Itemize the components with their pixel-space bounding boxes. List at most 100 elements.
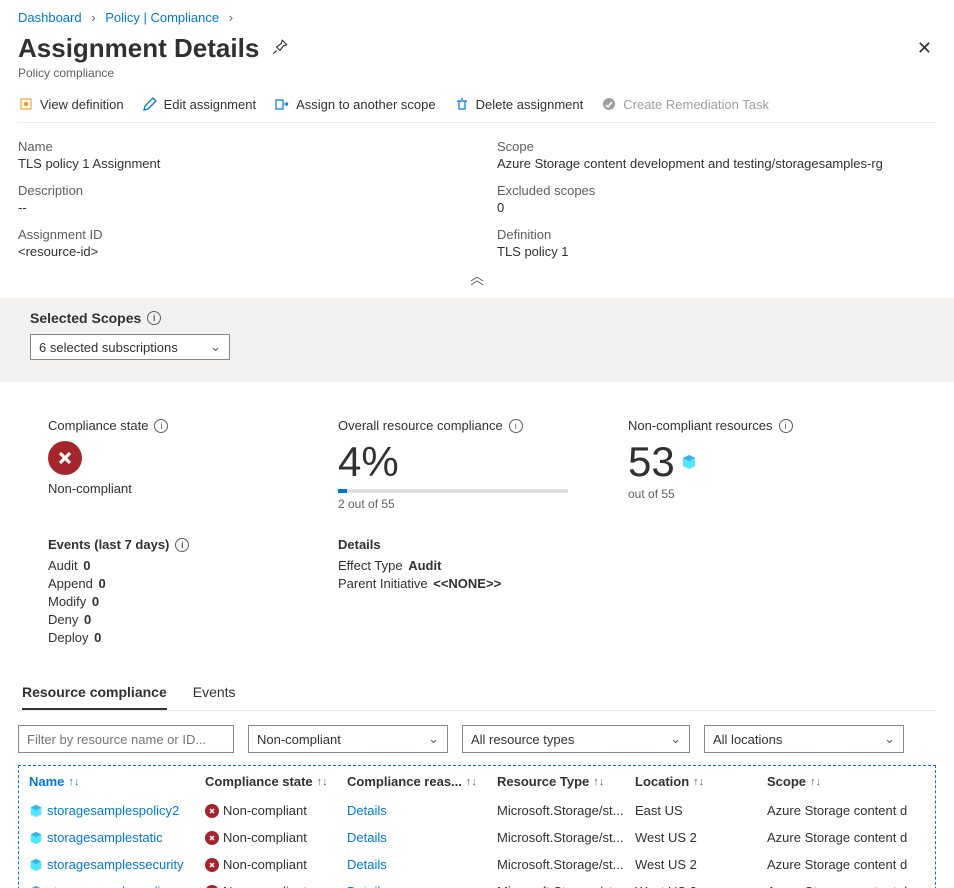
row-type: Microsoft.Storage/st... (497, 830, 635, 845)
table-row[interactable]: storagesamplestatic Non-compliant Details M… (19, 824, 935, 851)
event-label: Append (48, 576, 93, 591)
sort-icon: ↑↓ (693, 776, 704, 788)
filter-locations[interactable]: All locations ⌄ (704, 725, 904, 753)
row-scope: Azure Storage content d (767, 857, 925, 872)
definition-label: Definition (497, 227, 936, 242)
overall-compliance-header: Overall resource compliance (338, 418, 503, 433)
edit-assignment-label: Edit assignment (164, 97, 257, 112)
events-header: Events (last 7 days) (48, 537, 169, 552)
noncompliant-icon (205, 885, 219, 888)
event-row: Append 0 (48, 576, 288, 591)
breadcrumb: Dashboard › Policy | Compliance › (18, 0, 936, 25)
collapse-toggle[interactable] (18, 275, 936, 290)
event-label: Modify (48, 594, 86, 609)
effect-type-value: Audit (408, 558, 441, 573)
info-icon[interactable]: i (175, 538, 189, 552)
view-definition-button[interactable]: View definition (18, 96, 124, 112)
delete-assignment-button[interactable]: Delete assignment (454, 96, 584, 112)
selected-scopes-dropdown[interactable]: 6 selected subscriptions ⌄ (30, 334, 230, 360)
cube-icon (681, 454, 697, 470)
resource-name-link[interactable]: storagesamplespolicy2 (47, 803, 179, 818)
details-link[interactable]: Details (347, 803, 387, 818)
column-scope[interactable]: Scope↑↓ (767, 774, 925, 789)
row-scope: Azure Storage content d (767, 884, 925, 888)
breadcrumb-policy-compliance[interactable]: Policy | Compliance (105, 10, 219, 25)
delete-icon (454, 96, 470, 112)
column-name[interactable]: Name↑↓ (29, 774, 205, 789)
table-row[interactable]: storagesamplessecurity Non-compliant Detai… (19, 851, 935, 878)
column-compliance-reason[interactable]: Compliance reas...↑↓ (347, 774, 497, 789)
excluded-scopes-label: Excluded scopes (497, 183, 936, 198)
compliance-progress-bar (338, 489, 568, 493)
description-label: Description (18, 183, 457, 198)
compliance-state-value: Non-compliant (48, 481, 288, 496)
resource-icon (29, 885, 43, 888)
sort-icon: ↑↓ (68, 776, 79, 788)
row-scope: Azure Storage content d (767, 830, 925, 845)
noncompliant-icon (205, 804, 219, 818)
details-link[interactable]: Details (347, 884, 387, 888)
overall-compliance-text: 2 out of 55 (338, 497, 578, 511)
table-row[interactable]: storagesamplesrgdiag...Non-compliantDeta… (19, 878, 935, 888)
row-location: West US 2 (635, 857, 767, 872)
row-scope: Azure Storage content d (767, 803, 925, 818)
event-value: 0 (98, 576, 105, 591)
tab-events[interactable]: Events (193, 684, 236, 710)
chevron-down-icon: ⌄ (428, 731, 439, 747)
info-icon[interactable]: i (154, 419, 168, 433)
assignment-id-label: Assignment ID (18, 227, 457, 242)
filter-locations-value: All locations (713, 732, 782, 747)
assign-scope-button[interactable]: Assign to another scope (274, 96, 435, 112)
tab-resource-compliance[interactable]: Resource compliance (22, 684, 167, 710)
info-icon[interactable]: i (779, 419, 793, 433)
noncompliant-resources-header: Non-compliant resources (628, 418, 773, 433)
details-link[interactable]: Details (347, 830, 387, 845)
filter-types-value: All resource types (471, 732, 574, 747)
pin-icon[interactable] (271, 38, 289, 59)
filter-compliance-state[interactable]: Non-compliant ⌄ (248, 725, 448, 753)
row-location: West US 2 (635, 830, 767, 845)
column-compliance-state[interactable]: Compliance state↑↓ (205, 774, 347, 789)
row-state: Non-compliant (223, 857, 307, 872)
compliance-state-header: Compliance state (48, 418, 148, 433)
info-icon[interactable]: i (509, 419, 523, 433)
selected-scopes-value: 6 selected subscriptions (39, 340, 178, 355)
page-title: Assignment Details (18, 33, 259, 64)
table-row[interactable]: storagesamplespolicy2Non-compliantDetail… (19, 797, 935, 824)
event-row: Modify 0 (48, 594, 288, 609)
collapse-icon (469, 277, 485, 287)
column-resource-type[interactable]: Resource Type↑↓ (497, 774, 635, 789)
sort-icon: ↑↓ (810, 776, 821, 788)
event-row: Audit 0 (48, 558, 288, 573)
row-state: Non-compliant (223, 830, 307, 845)
parent-initiative-label: Parent Initiative (338, 576, 428, 591)
event-label: Deny (48, 612, 78, 627)
noncompliant-status-icon (48, 441, 82, 475)
overall-compliance-percent: 4% (338, 441, 578, 483)
name-label: Name (18, 139, 457, 154)
resource-name-link[interactable]: storagesamplestatic (47, 830, 163, 845)
event-value: 0 (94, 630, 101, 645)
filter-resource-types[interactable]: All resource types ⌄ (462, 725, 690, 753)
resource-icon (29, 831, 43, 845)
details-link[interactable]: Details (347, 857, 387, 872)
close-icon[interactable]: ✕ (917, 38, 932, 59)
filter-search-input[interactable] (27, 732, 225, 747)
chevron-right-icon: › (91, 10, 95, 25)
resource-name-link[interactable]: storagesamplesrgdiag... (47, 884, 186, 888)
noncompliant-icon (205, 831, 219, 845)
info-icon[interactable]: i (147, 311, 161, 325)
view-definition-label: View definition (40, 97, 124, 112)
resource-name-link[interactable]: storagesamplessecurity (47, 857, 184, 872)
breadcrumb-dashboard[interactable]: Dashboard (18, 10, 82, 25)
sort-icon: ↑↓ (317, 776, 328, 788)
create-remediation-label: Create Remediation Task (623, 97, 769, 112)
row-type: Microsoft.Storage/st... (497, 884, 635, 888)
column-location[interactable]: Location↑↓ (635, 774, 767, 789)
filter-search[interactable] (18, 725, 234, 753)
chevron-right-icon: › (229, 10, 233, 25)
row-location: East US (635, 803, 767, 818)
chevron-down-icon: ⌄ (670, 731, 681, 747)
edit-assignment-button[interactable]: Edit assignment (142, 96, 257, 112)
event-value: 0 (92, 594, 99, 609)
